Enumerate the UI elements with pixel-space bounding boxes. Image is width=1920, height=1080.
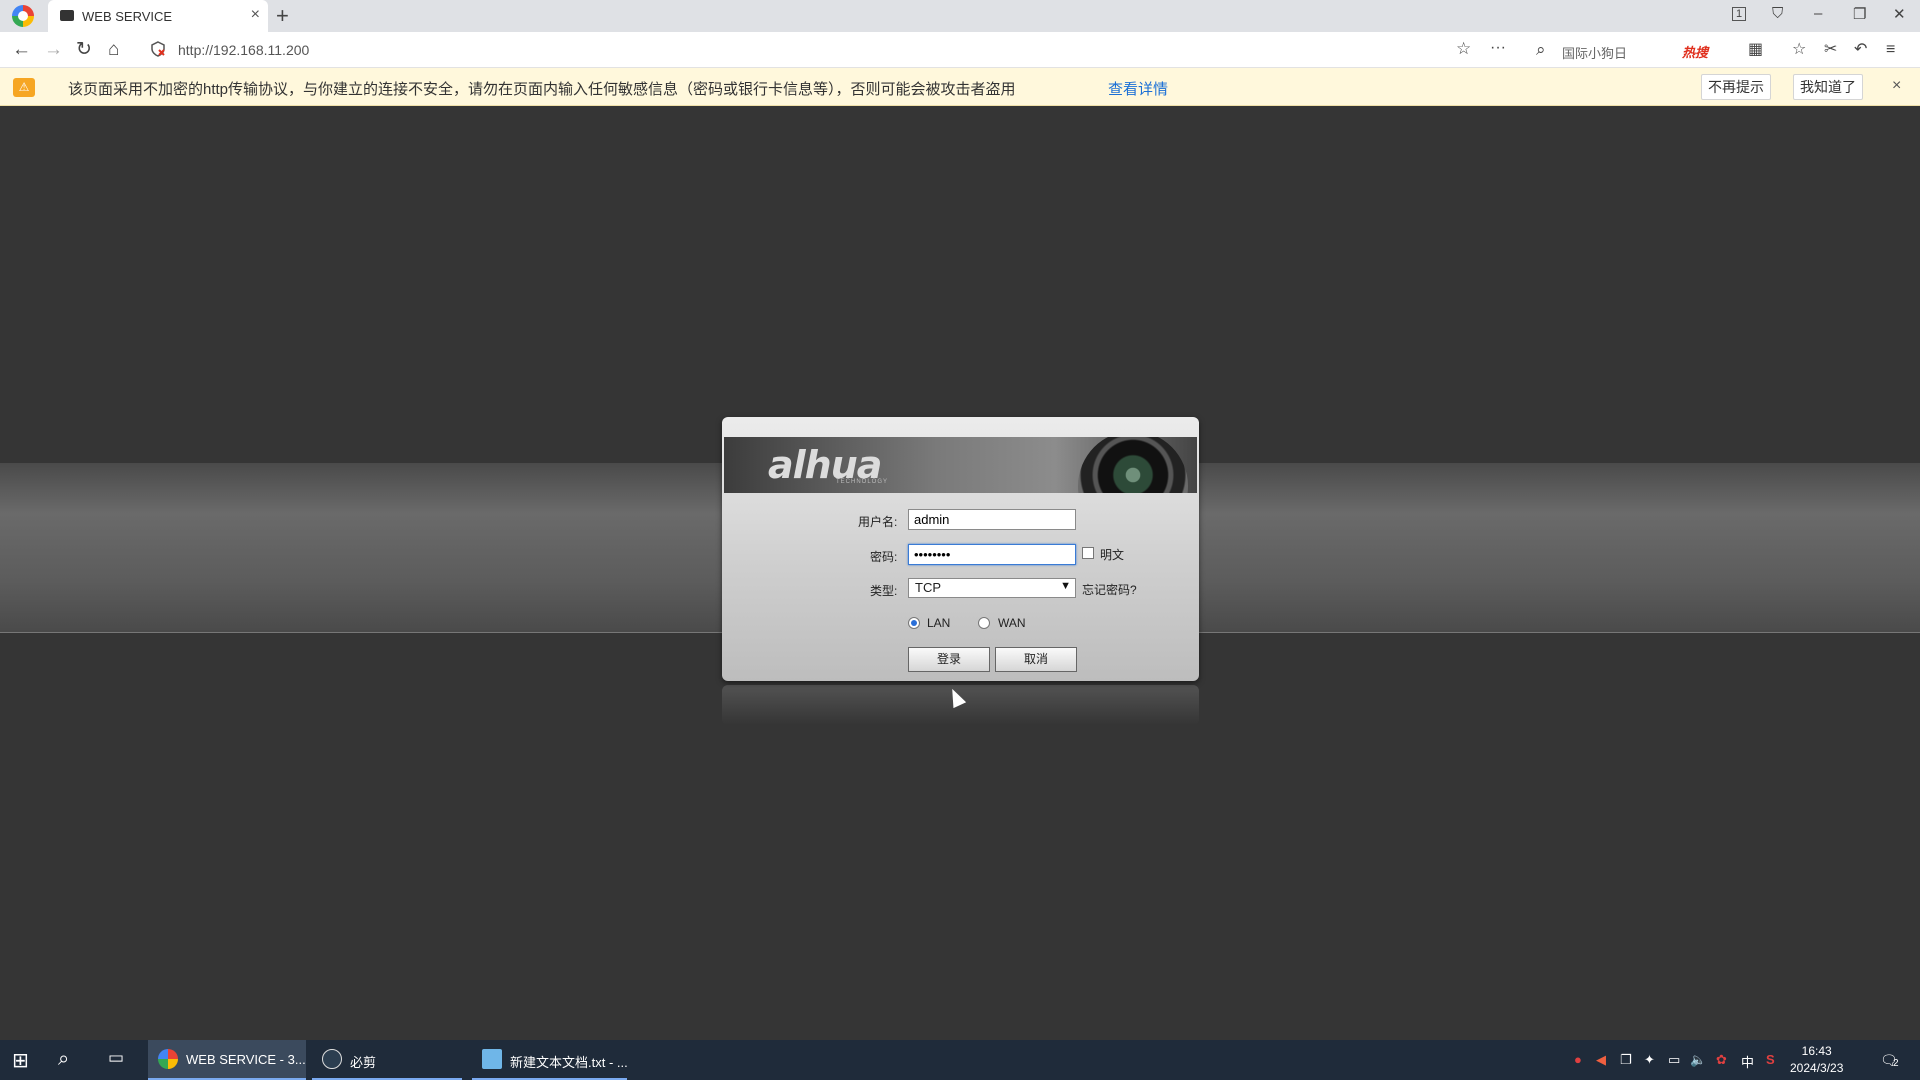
password-label: 密码: xyxy=(870,550,898,564)
chevron-down-icon: ▼ xyxy=(1060,580,1071,592)
minimize-button[interactable]: – xyxy=(1814,5,1822,22)
login-button[interactable]: 登录 xyxy=(908,647,990,672)
tray-app-icon[interactable]: ◀ xyxy=(1596,1052,1606,1068)
ime-indicator[interactable]: 中 xyxy=(1741,1052,1754,1071)
tray-window-icon[interactable]: ❐ xyxy=(1620,1052,1632,1068)
browser-app-icon xyxy=(158,1049,178,1069)
clock[interactable]: 16:43 2024/3/23 xyxy=(1790,1043,1843,1077)
taskbar: ⊞ ⌕ ▭ WEB SERVICE - 3... 必剪 新建文本文档.txt -… xyxy=(0,1040,1920,1080)
sogou-ime-icon[interactable]: S xyxy=(1766,1052,1775,1067)
clock-time: 16:43 xyxy=(1801,1044,1832,1058)
protocol-select[interactable]: TCP ▼ xyxy=(908,578,1076,598)
wan-label: WAN xyxy=(998,616,1026,630)
search-icon: ⌕ xyxy=(1536,40,1546,59)
tray-network-app-icon[interactable]: ✦ xyxy=(1644,1052,1655,1068)
search-box[interactable]: ⌕ 国际小狗日 热搜 xyxy=(1532,36,1736,64)
task-bijian[interactable]: 必剪 xyxy=(312,1040,462,1080)
hot-search-badge[interactable]: 热搜 xyxy=(1682,42,1708,61)
home-icon[interactable]: ⌂ xyxy=(108,38,119,62)
tab-close-icon[interactable]: × xyxy=(251,6,260,24)
task-notepad[interactable]: 新建文本文档.txt - ... xyxy=(472,1040,628,1080)
notepad-app-icon xyxy=(482,1049,502,1069)
restore-button[interactable]: ❐ xyxy=(1853,5,1866,23)
back-icon[interactable]: ← xyxy=(12,38,31,62)
view-details-link[interactable]: 查看详情 xyxy=(1108,78,1168,99)
logo-tagline: TECHNOLOGY xyxy=(836,479,889,485)
tab-title: WEB SERVICE xyxy=(82,9,173,24)
menu-icon[interactable]: ≡ xyxy=(1886,38,1895,62)
dont-show-again-button[interactable]: 不再提示 xyxy=(1701,74,1771,100)
username-label: 用户名: xyxy=(858,515,898,529)
close-window-button[interactable]: ✕ xyxy=(1893,5,1906,23)
tray-game-icon[interactable]: ✿ xyxy=(1716,1052,1727,1068)
task-web-service[interactable]: WEB SERVICE - 3... xyxy=(148,1040,306,1080)
bookmark-star-icon[interactable]: ☆ xyxy=(1456,37,1471,61)
login-dialog: alhua TECHNOLOGY 用户名: admin 密码: ••••••••… xyxy=(722,417,1199,681)
record-dot-icon[interactable]: ● xyxy=(1574,1052,1582,1067)
address-bar[interactable]: http://192.168.11.200 ☆ ··· xyxy=(142,36,1522,64)
warning-message: 该页面采用不加密的http传输协议，与你建立的连接不安全，请勿在页面内输入任何敏… xyxy=(68,81,1016,98)
network-icon[interactable]: ▭ xyxy=(1668,1052,1680,1068)
camera-lens-icon xyxy=(1078,437,1188,493)
tab-count-icon[interactable]: 1 xyxy=(1732,7,1747,21)
clock-date: 2024/3/23 xyxy=(1790,1061,1844,1075)
browser-logo-icon[interactable] xyxy=(12,5,34,27)
insecure-connection-icon[interactable] xyxy=(150,41,166,57)
tab-web-service[interactable]: WEB SERVICE × xyxy=(48,0,268,32)
protocol-select-value: TCP xyxy=(915,580,941,595)
volume-icon[interactable]: 🔈 xyxy=(1690,1052,1706,1068)
type-label: 类型: xyxy=(870,584,898,598)
tab-favicon-icon xyxy=(60,10,74,21)
security-warning-bar: ⚠ 该页面采用不加密的http传输协议，与你建立的连接不安全，请勿在页面内输入任… xyxy=(0,68,1920,106)
more-options-icon[interactable]: ··· xyxy=(1490,36,1506,60)
username-field[interactable]: admin xyxy=(908,509,1076,530)
notification-count: 2 xyxy=(1893,1058,1899,1069)
search-placeholder: 国际小狗日 xyxy=(1562,46,1628,61)
wan-radio[interactable] xyxy=(978,617,990,629)
task-label: 新建文本文档.txt - ... xyxy=(510,1055,628,1070)
nav-toolbar: ← → ↻ ⌂ http://192.168.11.200 ☆ ··· ⌕ 国际… xyxy=(0,32,1920,68)
warning-icon: ⚠ xyxy=(13,78,35,97)
infobar-close-icon[interactable]: × xyxy=(1892,77,1901,95)
search-taskbar-icon[interactable]: ⌕ xyxy=(58,1048,69,1071)
forward-icon[interactable]: → xyxy=(44,38,63,62)
brand-banner: alhua TECHNOLOGY xyxy=(724,437,1197,493)
windows-start-icon[interactable]: ⊞ xyxy=(12,1048,29,1073)
got-it-button[interactable]: 我知道了 xyxy=(1793,74,1863,100)
url-text: http://192.168.11.200 xyxy=(178,42,310,58)
collections-icon[interactable]: ⛉ xyxy=(1772,5,1783,22)
reload-icon[interactable]: ↻ xyxy=(76,38,92,62)
task-label: WEB SERVICE - 3... xyxy=(186,1052,306,1067)
apps-grid-icon[interactable]: ▦ xyxy=(1748,38,1763,62)
forgot-password-link[interactable]: 忘记密码? xyxy=(1082,581,1137,598)
scissors-icon[interactable]: ✂ xyxy=(1824,38,1837,62)
new-tab-button[interactable]: + xyxy=(276,3,289,29)
lan-radio[interactable] xyxy=(908,617,920,629)
favorites-icon[interactable]: ☆ xyxy=(1792,38,1806,62)
show-plaintext-checkbox[interactable] xyxy=(1082,547,1094,559)
task-label: 必剪 xyxy=(350,1055,377,1070)
tab-strip: WEB SERVICE × + 1 ⛉ – ❐ ✕ xyxy=(0,0,1920,32)
lan-label: LAN xyxy=(927,616,951,630)
password-field[interactable]: •••••••• xyxy=(908,544,1076,565)
bijian-app-icon xyxy=(322,1049,342,1069)
show-plaintext-label: 明文 xyxy=(1100,548,1125,562)
undo-icon[interactable]: ↶ xyxy=(1854,38,1867,62)
cancel-button[interactable]: 取消 xyxy=(995,647,1077,672)
task-view-icon[interactable]: ▭ xyxy=(108,1048,124,1068)
